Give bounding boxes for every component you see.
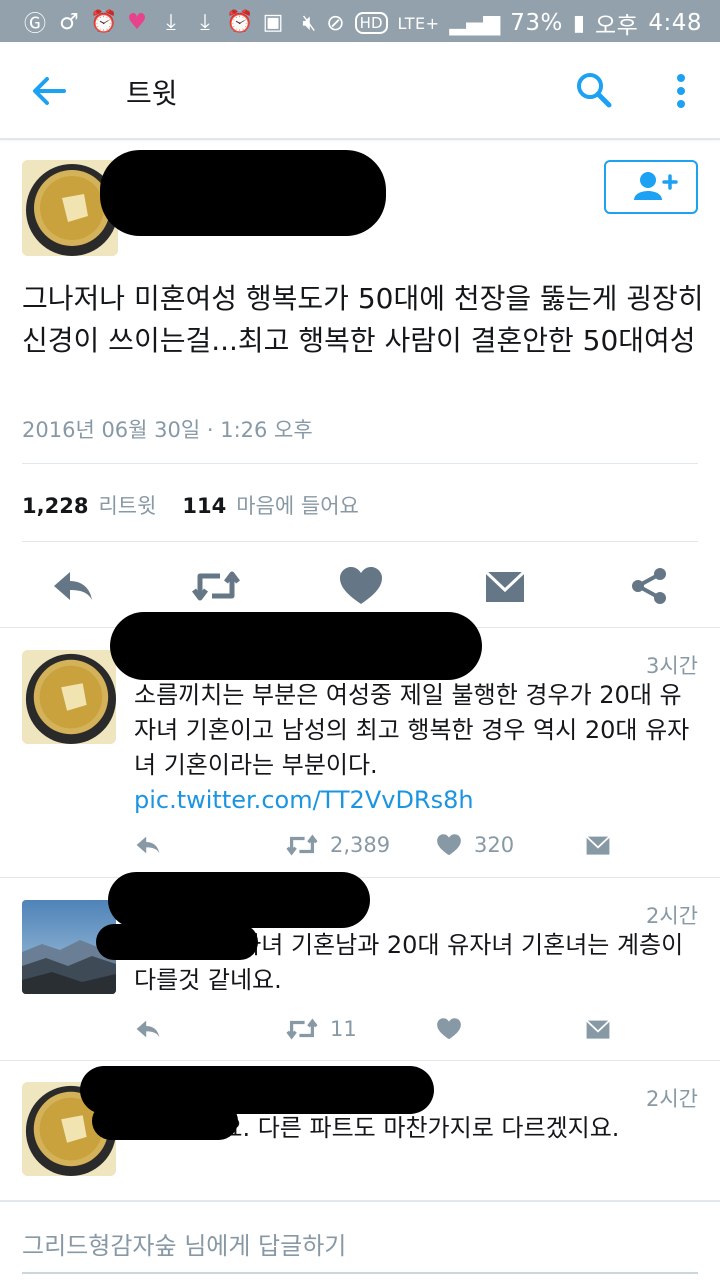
alarm-icon-2: ⏰	[226, 9, 254, 35]
clock: 4:48	[648, 10, 702, 36]
like-label[interactable]: 마음에 들어요	[236, 490, 359, 520]
input-underline	[22, 1272, 698, 1274]
clock-ampm: 오후	[595, 13, 639, 39]
heart-icon: ♥	[127, 9, 147, 35]
reply-time: 2시간	[645, 1087, 698, 1111]
reply-like-button[interactable]	[436, 1014, 462, 1044]
cast-icon: ▣	[262, 9, 284, 35]
search-button[interactable]	[574, 70, 614, 110]
system-icons: 🔇︎ ⊘ HD LTE+ ▂▄▆ 73% ▮ 오후 4:48	[302, 6, 702, 40]
signal-icon: ▂▄▆	[449, 10, 501, 36]
reply-like-button[interactable]: 320	[436, 830, 514, 860]
heart-icon	[437, 834, 461, 856]
envelope-icon	[484, 570, 526, 602]
reply-icon	[54, 572, 92, 600]
retweet-count: 2,389	[330, 833, 391, 857]
reply-reply-button[interactable]	[134, 830, 162, 860]
tweet-stats: 1,228 리트윗 114 마음에 들어요	[22, 490, 359, 520]
heart-icon	[437, 1018, 461, 1040]
reply-dm-button[interactable]	[584, 830, 612, 860]
reply-input[interactable]: 그리드형감자숲 님에게 답글하기	[22, 1226, 346, 1261]
battery-icon: ▮	[572, 10, 586, 36]
reply-compose-bar[interactable]: 그리드형감자숲 님에게 답글하기	[0, 1200, 720, 1280]
mute-icon: 🔇︎	[302, 10, 317, 36]
battery-percent: 73%	[510, 10, 563, 36]
envelope-icon	[585, 835, 611, 855]
network-type: LTE+	[397, 13, 440, 33]
redacted-author-name	[110, 612, 482, 680]
retweet-icon	[286, 1018, 318, 1040]
redacted-author-name	[108, 872, 370, 928]
redacted-mention	[92, 1102, 238, 1140]
divider	[22, 463, 698, 464]
tweet-timestamp[interactable]: 2016년 06월 30일 · 1:26 오후	[22, 414, 313, 444]
add-user-icon	[634, 172, 678, 200]
reply-button[interactable]	[50, 566, 96, 606]
redacted-mention	[96, 924, 258, 960]
download-icon: ⤓	[166, 9, 176, 35]
follow-button[interactable]	[604, 160, 698, 214]
reply-retweet-button[interactable]: 2,389	[286, 830, 390, 860]
app-bar: 트윗	[0, 42, 720, 140]
like-button[interactable]	[338, 566, 384, 606]
notification-icons: Ⓖ ♂ ⏰ ♥ ⤓ ⤓ ⏰ ▣	[22, 6, 286, 38]
retweet-count[interactable]: 1,228	[22, 494, 88, 518]
redacted-author-name	[100, 150, 386, 236]
like-count: 320	[474, 833, 515, 857]
app-g-icon: Ⓖ	[23, 12, 46, 37]
tweet-actions	[0, 558, 720, 618]
heart-icon	[340, 567, 382, 604]
retweet-count: 11	[330, 1017, 357, 1041]
direct-message-button[interactable]	[482, 566, 528, 606]
back-button[interactable]	[28, 70, 70, 112]
reply-text: 소름끼치는 부분은 여성중 제일 불행한 경우가 20대 유자녀 기혼이고 남성…	[134, 681, 690, 779]
search-icon	[577, 73, 612, 108]
alarm-icon: ⏰	[90, 9, 118, 35]
page-title: 트윗	[126, 77, 178, 110]
male-icon: ♂	[59, 9, 79, 35]
tweet-body: 그나저나 미혼여성 행복도가 50대에 천장을 뚫는게 굉장히 신경이 쓰이는걸…	[22, 282, 704, 357]
reply-icon	[136, 1020, 160, 1038]
share-icon	[632, 568, 666, 604]
retweet-button[interactable]	[192, 566, 240, 606]
reply-retweet-button[interactable]: 11	[286, 1014, 357, 1044]
more-options-button[interactable]	[668, 70, 694, 112]
like-count[interactable]: 114	[182, 494, 226, 518]
sync-icon: ⊘	[326, 10, 345, 36]
envelope-icon	[585, 1019, 611, 1039]
overflow-menu-icon	[677, 74, 685, 108]
reply-time: 2시간	[645, 904, 698, 928]
reply-avatar[interactable]	[22, 650, 116, 744]
download-icon-2: ⤓	[200, 9, 210, 35]
hd-icon: HD	[354, 12, 388, 34]
retweet-icon	[192, 571, 240, 601]
share-button[interactable]	[626, 566, 672, 606]
reply-dm-button[interactable]	[584, 1014, 612, 1044]
reply-body: 소름끼치는 부분은 여성중 제일 불행한 경우가 20대 유자녀 기혼이고 남성…	[134, 678, 694, 818]
tea-cup-avatar-image	[22, 650, 116, 744]
retweet-icon	[286, 834, 318, 856]
divider	[22, 541, 698, 542]
retweet-label[interactable]: 리트윗	[98, 490, 156, 520]
reply-icon	[136, 836, 160, 854]
status-bar: Ⓖ ♂ ⏰ ♥ ⤓ ⤓ ⏰ ▣ 🔇︎ ⊘ HD LTE+ ▂▄▆ 73% ▮ 오…	[0, 0, 720, 42]
reply-reply-button[interactable]	[134, 1014, 162, 1044]
arrow-left-icon	[33, 77, 66, 105]
reply-time: 3시간	[645, 654, 698, 678]
reply-link[interactable]: pic.twitter.com/TT2VvDRs8h	[134, 786, 474, 814]
